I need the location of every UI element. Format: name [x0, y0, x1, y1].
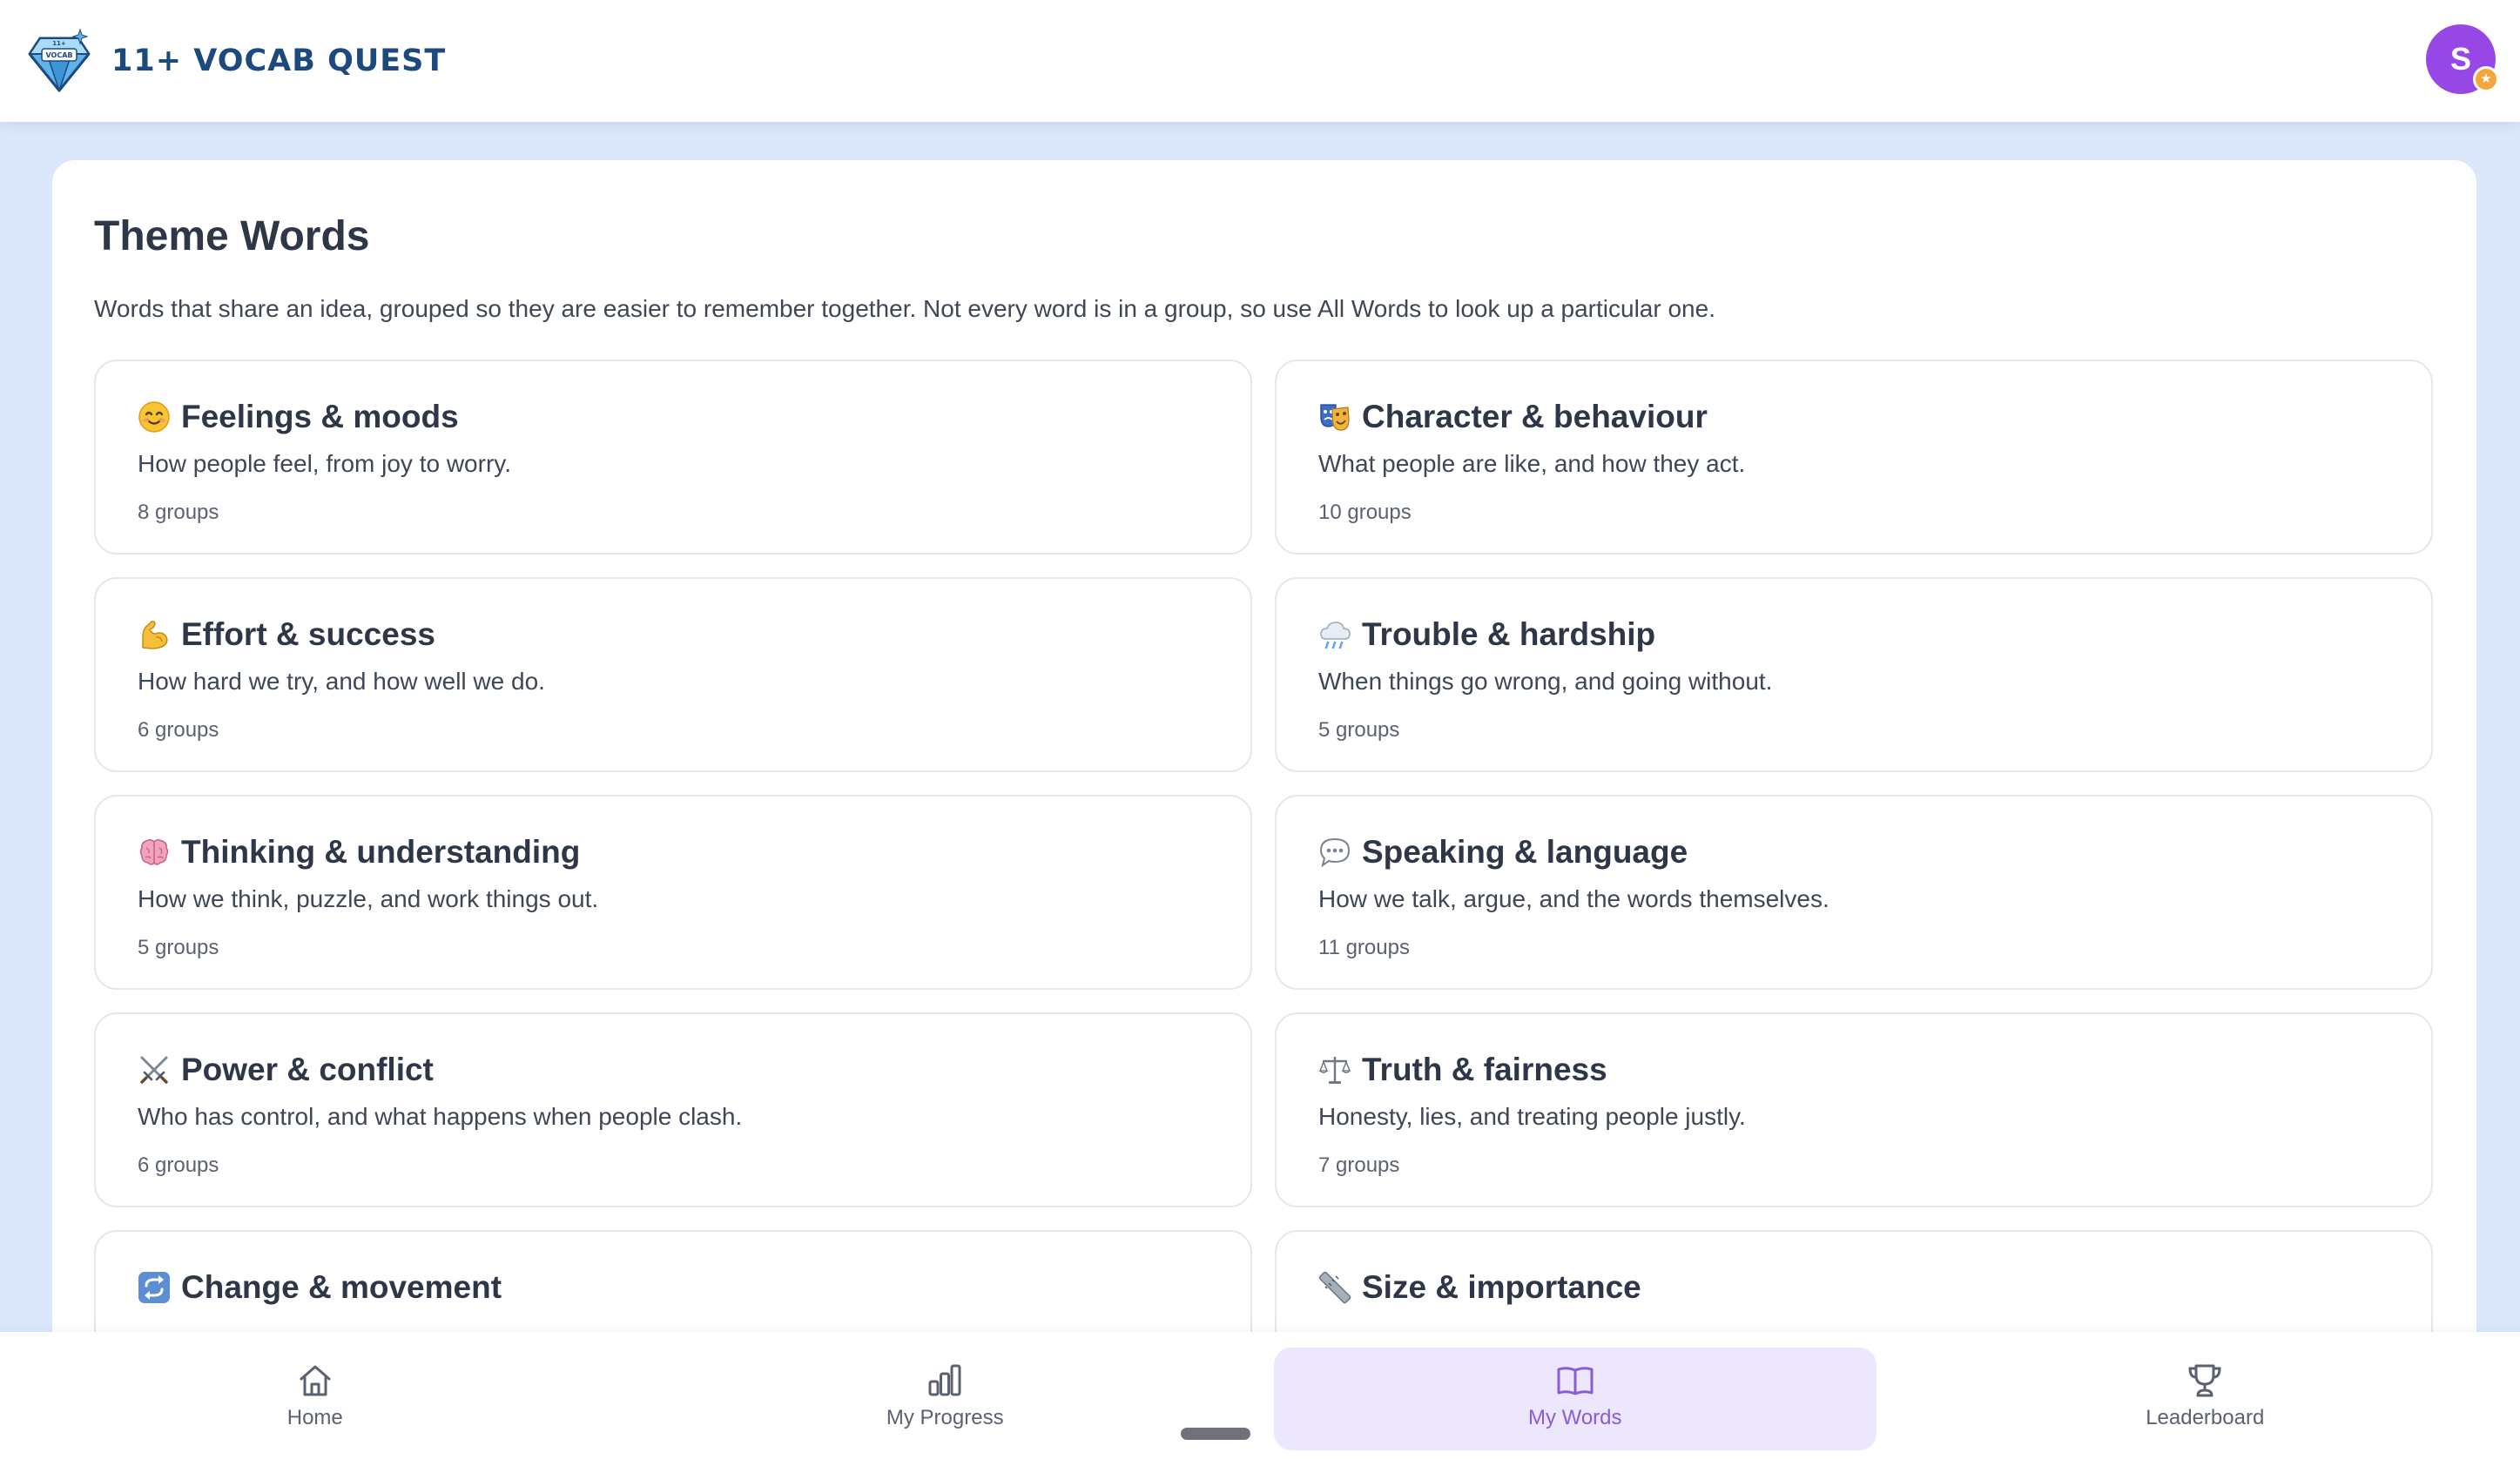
- theme-description: How people feel, from joy to worry.: [138, 450, 511, 477]
- smiling-face-icon: [138, 400, 171, 434]
- home-icon: [300, 1365, 331, 1396]
- app-header: 11+ VOCAB 11+ VOCAB QUEST S ★: [0, 0, 2520, 122]
- nav-label: My Words: [1527, 1406, 1622, 1429]
- theme-group-count: 6 groups: [138, 718, 219, 742]
- open-book-icon: [1557, 1367, 1594, 1395]
- nav-label: My Progress: [886, 1406, 1004, 1429]
- theme-group-count: 5 groups: [138, 936, 219, 959]
- flexed-biceps-icon: [138, 618, 171, 651]
- theme-group-count: 8 groups: [138, 501, 219, 524]
- theme-group-count: 6 groups: [138, 1153, 219, 1177]
- theme-description: How we think, puzzle, and work things ou…: [138, 885, 599, 912]
- user-avatar[interactable]: S ★: [2426, 24, 2499, 94]
- theme-title: Thinking & understanding: [181, 834, 581, 870]
- theme-card-feelings-moods[interactable]: Feelings & moods How people feel, from j…: [94, 360, 1252, 555]
- theme-title: Feelings & moods: [181, 399, 459, 434]
- theme-group-count: 10 groups: [1318, 501, 1412, 524]
- theme-description: Who has control, and what happens when p…: [138, 1103, 743, 1130]
- theme-title: Change & movement: [181, 1269, 502, 1305]
- theme-card-thinking-understanding[interactable]: Thinking & understanding How we think, p…: [94, 795, 1252, 990]
- theme-grid: Feelings & moods How people feel, from j…: [94, 360, 2435, 1425]
- ruler-icon: [1318, 1271, 1351, 1304]
- bar-chart-icon: [928, 1364, 961, 1396]
- theme-card-character-behaviour[interactable]: Character & behaviour What people are li…: [1275, 360, 2433, 555]
- nav-home[interactable]: Home: [0, 1332, 630, 1459]
- nav-label: Home: [286, 1406, 343, 1429]
- trophy-icon: [2188, 1364, 2221, 1397]
- balance-scale-icon: [1318, 1053, 1351, 1086]
- crossed-swords-icon: [138, 1053, 171, 1086]
- theme-words-panel: Theme Words Words that share an idea, gr…: [52, 160, 2476, 1459]
- theme-card-power-conflict[interactable]: Power & conflict Who has control, and wh…: [94, 1012, 1252, 1207]
- theme-group-count: 11 groups: [1318, 936, 1410, 959]
- nav-leaderboard[interactable]: Leaderboard: [1890, 1332, 2520, 1459]
- avatar-initial: S: [2449, 41, 2471, 77]
- theme-card-effort-success[interactable]: Effort & success How hard we try, and ho…: [94, 577, 1252, 772]
- svg-text:11+: 11+: [52, 40, 66, 47]
- page-title: Theme Words: [94, 213, 370, 259]
- theme-card-trouble-hardship[interactable]: Trouble & hardship When things go wrong,…: [1275, 577, 2433, 772]
- nav-my-words[interactable]: My Words: [1260, 1332, 1890, 1459]
- theme-description: What people are like, and how they act.: [1318, 450, 1746, 477]
- repeat-arrows-icon: [138, 1271, 171, 1304]
- theme-title: Truth & fairness: [1362, 1052, 1607, 1087]
- theme-title: Power & conflict: [181, 1052, 434, 1087]
- nav-my-progress[interactable]: My Progress: [630, 1332, 1261, 1459]
- theme-description: How hard we try, and how well we do.: [138, 668, 545, 695]
- theme-title: Trouble & hardship: [1362, 616, 1656, 652]
- theme-group-count: 7 groups: [1318, 1153, 1400, 1177]
- performing-arts-masks-icon: [1318, 400, 1351, 434]
- theme-description: Honesty, lies, and treating people justl…: [1318, 1103, 1746, 1130]
- diamond-logo-icon[interactable]: 11+ VOCAB: [26, 28, 92, 94]
- theme-description: When things go wrong, and going without.: [1318, 668, 1773, 695]
- theme-title: Speaking & language: [1362, 834, 1688, 870]
- page-description: Words that share an idea, grouped so the…: [94, 295, 1715, 322]
- theme-title: Effort & success: [181, 616, 435, 652]
- theme-card-truth-fairness[interactable]: Truth & fairness Honesty, lies, and trea…: [1275, 1012, 2433, 1207]
- theme-description: How we talk, argue, and the words themse…: [1318, 885, 1829, 912]
- theme-group-count: 5 groups: [1318, 718, 1400, 742]
- brain-icon: [138, 836, 171, 869]
- svg-text:VOCAB: VOCAB: [45, 51, 72, 59]
- home-indicator-bar[interactable]: [1181, 1428, 1250, 1440]
- nav-label: Leaderboard: [2146, 1406, 2265, 1429]
- app-title: 11+ VOCAB QUEST: [111, 44, 447, 78]
- theme-title: Character & behaviour: [1362, 399, 1708, 434]
- rain-cloud-icon: [1318, 618, 1351, 651]
- star-badge-icon: ★: [2473, 66, 2499, 92]
- theme-card-speaking-language[interactable]: Speaking & language How we talk, argue, …: [1275, 795, 2433, 990]
- theme-title: Size & importance: [1362, 1269, 1641, 1305]
- speech-bubble-icon: [1318, 836, 1351, 869]
- bottom-navigation: Home My Progress My Words Leaderboard: [0, 1332, 2520, 1459]
